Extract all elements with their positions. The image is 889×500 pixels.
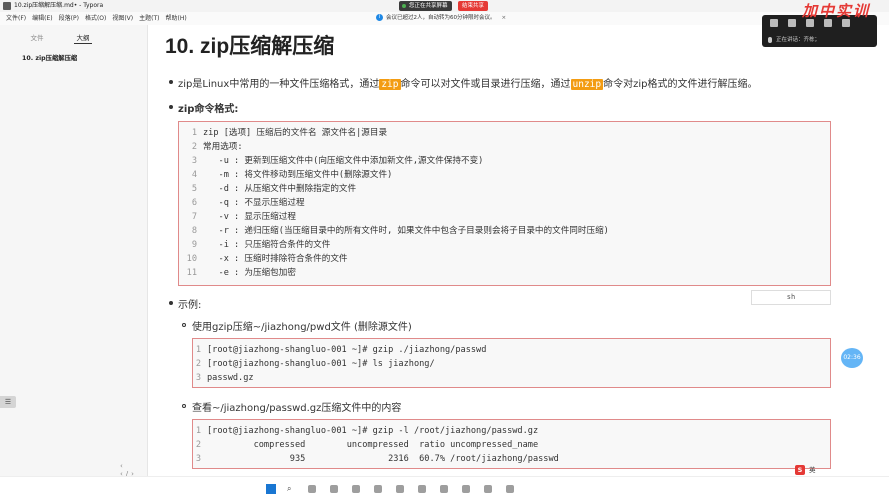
- code-line: 10 -x : 压缩时排除符合条件的文件: [186, 254, 348, 264]
- taskbar-app-icon[interactable]: [396, 485, 404, 493]
- mic-icon: [768, 36, 772, 43]
- code-line: 2 compressed uncompressed ratio uncompre…: [195, 440, 539, 450]
- windows-start-icon[interactable]: [266, 484, 276, 494]
- menu-edit[interactable]: 编辑(E): [32, 12, 52, 25]
- taskbar-app-icon[interactable]: [462, 485, 470, 493]
- watermark-logo: 加中实训: [802, 2, 871, 20]
- menu-paragraph[interactable]: 段落(P): [59, 12, 79, 25]
- bullet-icon: [169, 105, 173, 109]
- video-icon[interactable]: [770, 19, 778, 27]
- page-title: 10. zip压缩解压缩: [165, 35, 335, 58]
- sharing-indicator-icon: [402, 4, 406, 8]
- code-line: 6 -q : 不显示压缩过程: [191, 198, 305, 208]
- menu-view[interactable]: 视图(V): [112, 12, 133, 25]
- code-line: 8 -r : 递归压缩(当压缩目录中的所有文件时, 如果文件中包含子目录则会将子…: [191, 226, 609, 236]
- example1-description: 使用gzip压缩~/jiazhong/pwd文件 (删除源文件): [192, 322, 412, 333]
- outline-item-heading[interactable]: 10. zip压缩解压缩: [22, 53, 77, 62]
- taskbar-app-icon[interactable]: [352, 485, 360, 493]
- bullet-icon: [169, 301, 173, 305]
- sogou-icon: S: [795, 465, 805, 475]
- code-line: 3 passwd.gz: [195, 373, 254, 383]
- taskbar-app-icon[interactable]: [440, 485, 448, 493]
- speaking-indicator: 正在讲话：齐栋；: [768, 35, 820, 43]
- title-bar: 10.zip压缩解压缩.md• - Typora 您正在共享屏幕 结束共享: [0, 0, 889, 12]
- tab-outline[interactable]: 大纲: [46, 32, 120, 44]
- example2-code-block[interactable]: 1 [root@jiazhong-shangluo-001 ~]# gzip -l…: [192, 419, 831, 469]
- code-line: 1 [root@jiazhong-shangluo-001 ~]# gzip -l…: [195, 426, 539, 436]
- zip-format-code-block[interactable]: 1 zip [选项] 压缩后的文件名 源文件名|源目录 2 常用选项: 3 -u :…: [178, 121, 831, 286]
- end-share-button[interactable]: 结束共享: [458, 1, 489, 11]
- sub-bullet-icon: [182, 323, 186, 327]
- intro-text-3: 命令对zip格式的文件进行解压缩。: [603, 79, 758, 90]
- sidebar-toggle-icon[interactable]: ☰: [0, 396, 16, 408]
- code-line: 11 -e : 为压缩包加密: [186, 268, 296, 278]
- code-line: 9 -i : 只压缩符合条件的文件: [191, 240, 331, 250]
- taskbar-app-icon[interactable]: [484, 485, 492, 493]
- menu-file[interactable]: 文件(F): [6, 12, 26, 25]
- menu-format[interactable]: 格式(O): [85, 12, 106, 25]
- code-language-select[interactable]: sh: [751, 290, 831, 305]
- code-line: 1 [root@jiazhong-shangluo-001 ~]# gzip ./…: [195, 345, 487, 355]
- example2-description: 查看~/jiazhong/passwd.gz压缩文件中的内容: [192, 403, 402, 414]
- screen-icon[interactable]: [788, 19, 796, 27]
- typora-window: 10.zip压缩解压缩.md• - Typora 您正在共享屏幕 结束共享 文件…: [0, 0, 889, 500]
- bullet-icon: [169, 80, 173, 84]
- code-line: 2 常用选项:: [191, 142, 243, 152]
- unzip-command-highlight: unzip: [570, 79, 604, 90]
- close-icon[interactable]: ×: [502, 15, 507, 21]
- taskbar-app-icon[interactable]: [506, 485, 514, 493]
- code-line: 5 -d : 从压缩文件中删除指定的文件: [191, 184, 357, 194]
- intro-text-1: zip是Linux中常用的一种文件压缩格式，通过: [178, 79, 380, 90]
- taskbar-app-icon[interactable]: [418, 485, 426, 493]
- share-status-text: 您正在共享屏幕: [409, 3, 448, 9]
- taskbar-app-icon[interactable]: [374, 485, 382, 493]
- code-line: 7 -v : 显示压缩过程: [191, 212, 296, 222]
- notice-text: 会议已超过2人，自动转为60分钟限时会议。: [386, 15, 496, 21]
- code-line: 4 -m : 将文件移动到压缩文件中(删除源文件): [191, 170, 393, 180]
- taskbar-app-icon[interactable]: [308, 485, 316, 493]
- code-line: 3 935 2316 60.7% /root/jiazhong/passwd: [195, 454, 559, 464]
- taskbar: ⌕: [0, 476, 889, 500]
- example-heading: 示例:: [178, 300, 202, 311]
- sidebar: 文件 大纲 10. zip压缩解压缩 ☰ ‹ ‹/›: [0, 25, 148, 500]
- menu-theme[interactable]: 主题(T): [139, 12, 159, 25]
- code-line: 1 zip [选项] 压缩后的文件名 源文件名|源目录: [191, 128, 388, 138]
- sub-bullet-icon: [182, 404, 186, 408]
- search-icon[interactable]: ⌕: [287, 484, 291, 494]
- code-line: 2 [root@jiazhong-shangluo-001 ~]# ls jiaz…: [195, 359, 435, 369]
- example1-code-block[interactable]: 1 [root@jiazhong-shangluo-001 ~]# gzip ./…: [192, 338, 831, 388]
- code-line: 3 -u : 更新到压缩文件中(向压缩文件中添加新文件,源文件保持不变): [191, 156, 484, 166]
- menu-help[interactable]: 帮助(H): [166, 12, 187, 25]
- screen-share-status: 您正在共享屏幕: [399, 1, 452, 11]
- zip-command-highlight: zip: [379, 79, 401, 90]
- info-icon: i: [376, 14, 383, 21]
- intro-text-2: 命令可以对文件或目录进行压缩，通过: [400, 79, 571, 90]
- taskbar-app-icon[interactable]: [330, 485, 338, 493]
- meeting-notice: i 会议已超过2人，自动转为60分钟限时会议。 ×: [376, 13, 506, 24]
- sidebar-tabs: 文件 大纲: [0, 32, 148, 44]
- recording-timer-badge[interactable]: 02:36: [841, 348, 863, 368]
- intro-paragraph: zip是Linux中常用的一种文件压缩格式，通过 zip 命令可以对文件或目录进行压…: [178, 75, 757, 90]
- typora-app-icon: [3, 2, 11, 10]
- format-heading: zip命令格式:: [178, 104, 239, 115]
- input-method-indicator[interactable]: S英: [795, 463, 816, 477]
- window-title: 10.zip压缩解压缩.md• - Typora: [14, 2, 104, 9]
